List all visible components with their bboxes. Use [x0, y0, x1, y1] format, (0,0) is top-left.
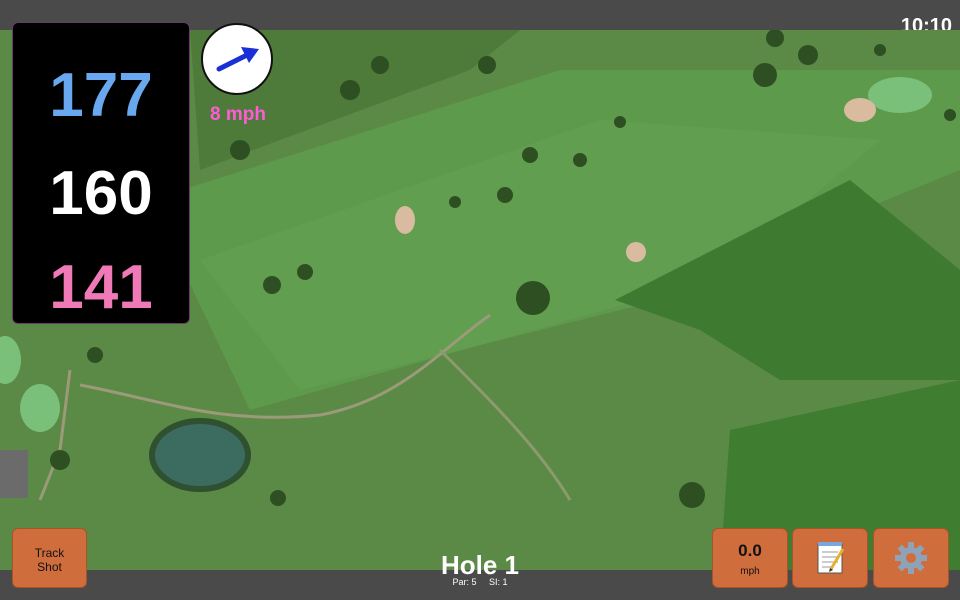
wind-speed-label: 8 mph — [210, 104, 266, 125]
wind-direction-arrow-icon — [216, 47, 259, 72]
wind-dial — [201, 23, 273, 95]
notepad-icon — [817, 542, 845, 574]
track-shot-label-line1: Track — [34, 546, 65, 560]
track-shot-button[interactable]: Track Shot — [12, 528, 87, 588]
distance-middle: 160 — [49, 159, 153, 228]
wind-speed-button[interactable]: 0.0 mph — [712, 528, 788, 588]
hole-info: Par: 5 SI: 1 — [380, 577, 580, 587]
wind-speed-unit: mph — [740, 566, 760, 577]
distance-back: 177 — [49, 61, 153, 130]
gear-icon — [895, 542, 927, 574]
hole-par: Par: 5 — [452, 577, 477, 587]
settings-button[interactable] — [873, 528, 949, 588]
wind-speed-value: 0.0 — [738, 541, 762, 560]
notes-button[interactable] — [792, 528, 868, 588]
hole-stroke-index: SI: 1 — [489, 577, 508, 587]
distance-front: 141 — [49, 253, 153, 322]
distance-panel: 177 160 141 — [12, 22, 190, 324]
track-shot-label-line2: Shot — [37, 560, 62, 574]
